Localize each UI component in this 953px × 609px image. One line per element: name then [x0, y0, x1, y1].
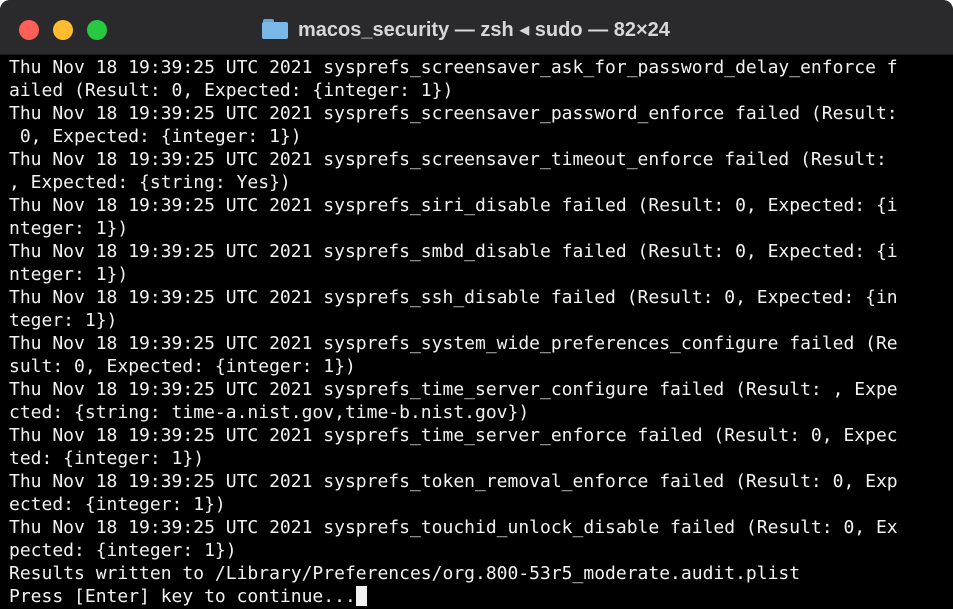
terminal-line: Thu Nov 18 19:39:25 UTC 2021 sysprefs_to…	[9, 517, 898, 538]
minimize-button[interactable]	[53, 20, 73, 40]
terminal-line: Thu Nov 18 19:39:25 UTC 2021 sysprefs_si…	[9, 195, 898, 216]
terminal-line: Thu Nov 18 19:39:25 UTC 2021 sysprefs_sy…	[9, 333, 898, 354]
terminal-output[interactable]: Thu Nov 18 19:39:25 UTC 2021 sysprefs_sc…	[9, 56, 949, 609]
folder-icon	[262, 19, 288, 39]
terminal-line: nteger: 1})	[9, 264, 129, 285]
terminal-line: Thu Nov 18 19:39:25 UTC 2021 sysprefs_sc…	[9, 149, 898, 170]
terminal-line: 0, Expected: {integer: 1})	[9, 126, 302, 147]
terminal-line: , Expected: {string: Yes})	[9, 172, 291, 193]
terminal-line: teger: 1})	[9, 310, 118, 331]
terminal-line: ected: {integer: 1})	[9, 494, 226, 515]
terminal-prompt-line[interactable]: Press [Enter] key to continue...	[9, 585, 949, 608]
terminal-line: cted: {string: time-a.nist.gov,time-b.ni…	[9, 402, 530, 423]
terminal-line: Thu Nov 18 19:39:25 UTC 2021 sysprefs_sm…	[9, 241, 898, 262]
terminal-line: ailed (Result: 0, Expected: {integer: 1}…	[9, 80, 454, 101]
terminal-line: Results written to /Library/Preferences/…	[9, 563, 801, 584]
terminal-window: macos_security — zsh ◂ sudo — 82×24 Thu …	[0, 0, 953, 609]
close-button[interactable]	[19, 20, 39, 40]
maximize-button[interactable]	[87, 20, 107, 40]
title-bar[interactable]: macos_security — zsh ◂ sudo — 82×24	[0, 0, 953, 55]
terminal-line: ted: {integer: 1})	[9, 448, 205, 469]
terminal-line: Thu Nov 18 19:39:25 UTC 2021 sysprefs_ss…	[9, 287, 898, 308]
terminal-line: Thu Nov 18 19:39:25 UTC 2021 sysprefs_sc…	[9, 57, 898, 78]
window-title-text: macos_security — zsh ◂ sudo — 82×24	[298, 18, 670, 41]
window-title: macos_security — zsh ◂ sudo — 82×24	[262, 15, 670, 43]
terminal-line: Thu Nov 18 19:39:25 UTC 2021 sysprefs_ti…	[9, 425, 898, 446]
terminal-line: pected: {integer: 1})	[9, 540, 237, 561]
terminal-line: sult: 0, Expected: {integer: 1})	[9, 356, 356, 377]
terminal-line: nteger: 1})	[9, 218, 129, 239]
terminal-line: Thu Nov 18 19:39:25 UTC 2021 sysprefs_to…	[9, 471, 898, 492]
terminal-line: Thu Nov 18 19:39:25 UTC 2021 sysprefs_ti…	[9, 379, 898, 400]
terminal-prompt: Press [Enter] key to continue...	[9, 586, 356, 607]
terminal-line: Thu Nov 18 19:39:25 UTC 2021 sysprefs_sc…	[9, 103, 898, 124]
text-cursor	[355, 586, 367, 606]
